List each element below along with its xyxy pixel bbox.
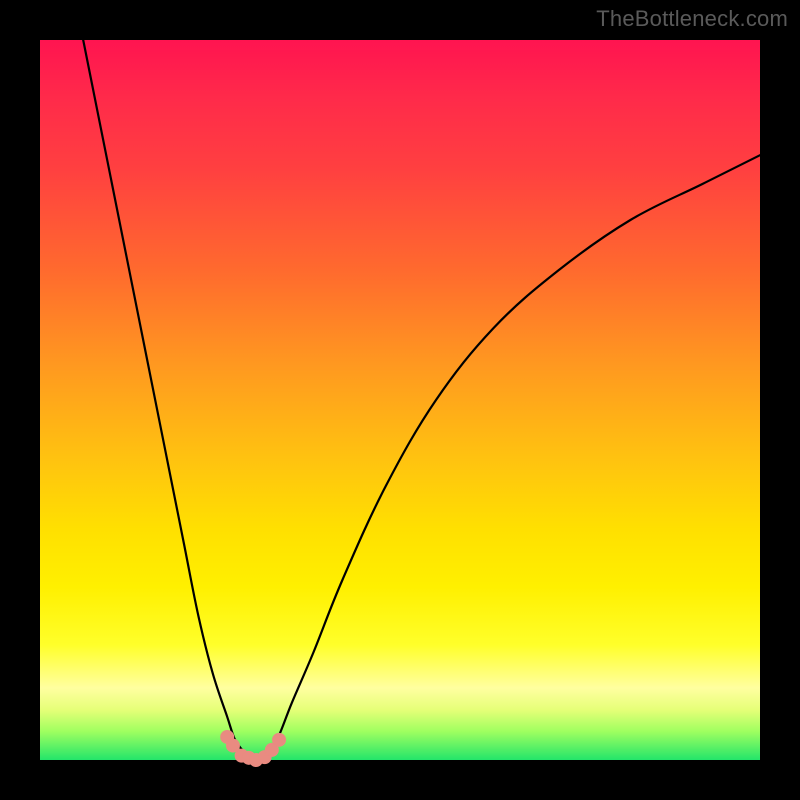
watermark-text: TheBottleneck.com	[596, 6, 788, 32]
bottom-marker-cluster	[221, 730, 286, 766]
marker-dot	[273, 733, 286, 746]
chart-svg	[40, 40, 760, 760]
chart-frame: TheBottleneck.com	[0, 0, 800, 800]
plot-area	[40, 40, 760, 760]
curve-right-branch	[256, 155, 760, 760]
curve-left-branch	[83, 40, 256, 760]
